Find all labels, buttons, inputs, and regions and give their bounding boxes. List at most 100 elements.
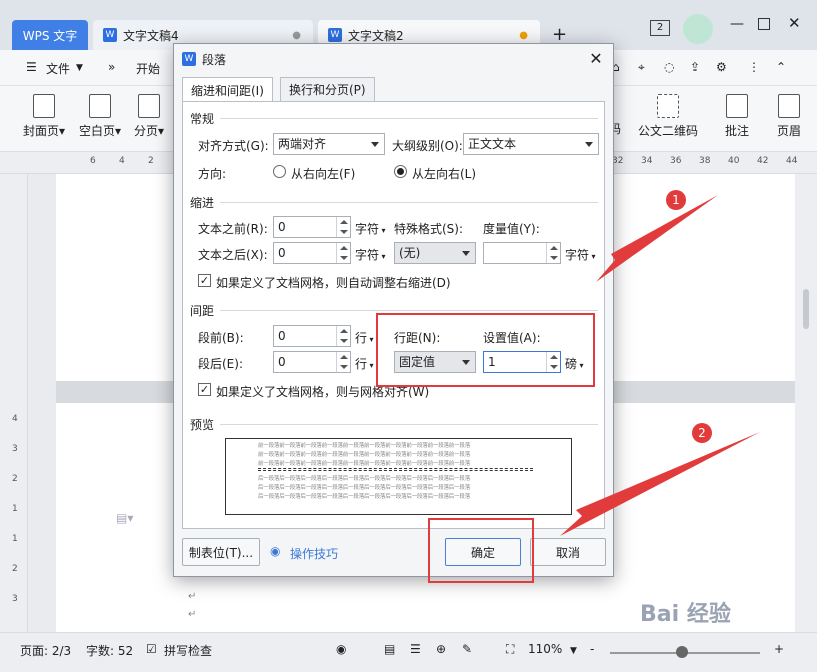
special-format-select[interactable]: (无) [394,242,476,264]
menu-start[interactable]: 开始 [136,60,160,77]
cover-page-button[interactable]: 封面页▾ [14,94,74,139]
preview-line: 后一段落后一段落后一段落后一段落后一段落后一段落后一段落后一段落后一段落后一段落 [258,494,471,500]
space-before-unit[interactable]: 行 [355,329,374,346]
spell-check-icon[interactable]: ☑ [146,642,157,656]
rtl-label[interactable]: 从右向左(F) [291,165,355,182]
tab-status-dot: ● [292,29,301,41]
spell-check-label[interactable]: 拼写检查 [164,642,212,659]
ruler-tick-label: 2 [12,474,18,484]
write-view-icon[interactable]: ✎ [462,642,472,656]
space-before-input[interactable]: 0 [273,325,351,347]
indent-before-unit[interactable]: 字符 [355,220,386,237]
vertical-scrollbar[interactable] [795,174,817,632]
blank-page-button[interactable]: 空白页▾ [70,94,130,139]
spin-buttons[interactable] [336,326,350,346]
avatar[interactable] [683,14,713,44]
space-before-label: 段前(B): [198,331,244,345]
status-bar: 页面: 2/3 字数: 52 ☑ 拼写检查 ◉ ▤ ☰ ⊕ ✎ ⛶ 110% ▼… [0,632,817,672]
preview-line: 前一段落前一段落前一段落前一段落前一段落前一段落前一段落前一段落前一段落前一段落 [258,443,471,449]
step-badge-2: 2 [692,423,712,443]
indent-after-unit[interactable]: 字符 [355,246,386,263]
spin-buttons[interactable] [546,243,560,263]
play-circle-icon[interactable]: ◉ [270,544,280,558]
tab-count-icon[interactable]: 2 [650,20,670,36]
ruler-tick-label: 6 [90,156,96,166]
spin-buttons[interactable] [336,243,350,263]
location-icon[interactable]: ⌖ [638,60,645,75]
web-view-icon[interactable]: ⊕ [436,642,446,656]
close-window-icon[interactable]: ✕ [788,14,801,32]
paragraph-preview: 前一段落前一段落前一段落前一段落前一段落前一段落前一段落前一段落前一段落前一段落… [225,438,572,515]
export-icon[interactable]: ⇪ [690,60,700,74]
menu-file[interactable]: 文件 [46,60,70,77]
chevron-down-icon [371,142,379,147]
indent-grid-label[interactable]: 如果定义了文档网格，则自动调整右缩进(D) [216,274,451,291]
ruler-tick-label: 4 [12,414,18,424]
word-count[interactable]: 字数: 52 [86,642,133,659]
qrcode-button[interactable]: 公文二维码 [628,94,708,139]
space-after-unit[interactable]: 行 [355,355,374,372]
more-icon[interactable]: » [108,60,115,74]
comment-button[interactable]: 批注 [710,94,764,139]
page-view-icon[interactable]: ▤ [384,642,395,656]
spin-buttons[interactable] [336,217,350,237]
ltr-radio[interactable] [394,165,407,178]
page-break-icon [138,94,160,118]
tips-link[interactable]: 操作技巧 [290,545,338,562]
chat-icon[interactable]: ◌ [664,60,674,74]
maximize-icon[interactable] [758,18,770,30]
zoom-dropdown-icon[interactable]: ▼ [570,646,577,656]
comment-icon [726,94,748,118]
paragraph-handle-icon[interactable]: ▤▾ [116,511,133,525]
chevron-down-icon[interactable]: ▼ [76,63,83,73]
indent-after-input[interactable]: 0 [273,242,351,264]
collapse-ribbon-icon[interactable]: ⌃ [776,60,786,74]
fit-page-icon[interactable]: ⛶ [506,642,514,657]
vertical-ruler: 4 3 2 1 1 2 3 [0,174,28,632]
align-select[interactable]: 两端对齐 [273,133,385,155]
dialog-title-bar: W 段落 [174,44,613,74]
wps-doc-icon: W [103,28,117,42]
zoom-out-button[interactable]: - [590,642,594,656]
indent-before-input[interactable]: 0 [273,216,351,238]
qrcode-icon [657,94,679,118]
page-break-button[interactable]: 分页▾ [124,94,174,139]
add-tab-button[interactable]: + [552,24,567,45]
ltr-label[interactable]: 从左向右(L) [412,165,476,182]
paragraph-dialog: W 段落 ✕ 缩进和间距(I) 换行和分页(P) 常规 对齐方式(G): 两端对… [173,43,614,577]
page-indicator[interactable]: 页面: 2/3 [20,642,71,659]
tab-indent-spacing[interactable]: 缩进和间距(I) [182,77,273,102]
tab-stops-button[interactable]: 制表位(T)... [182,538,260,566]
spacing-grid-checkbox[interactable]: ✓ [198,383,211,396]
menu-more-icon[interactable]: ⋮ [748,60,760,74]
outline-select[interactable]: 正文文本 [463,133,599,155]
measure-input[interactable] [483,242,561,264]
scrollbar-thumb[interactable] [803,289,809,329]
preview-line: 后一段落后一段落后一段落后一段落后一段落后一段落后一段落后一段落后一段落后一段落 [258,476,471,482]
zoom-level[interactable]: 110% [528,642,562,656]
direction-label: 方向: [198,167,227,181]
align-label: 对齐方式(G): [198,139,269,153]
ruler-tick-label: 1 [12,534,18,544]
wps-home-tab[interactable]: WPS 文字 [12,20,88,50]
minimize-icon[interactable]: — [730,16,744,32]
zoom-in-button[interactable]: + [774,642,784,656]
eye-icon[interactable]: ◉ [336,642,346,656]
space-after-input[interactable]: 0 [273,351,351,373]
indent-before-label: 文本之前(R): [198,222,268,236]
preview-current-paragraph [258,468,533,471]
ruler-tick-label: 44 [786,156,798,166]
measure-unit[interactable]: 字符 [565,246,596,263]
outline-view-icon[interactable]: ☰ [410,642,421,656]
indent-grid-checkbox[interactable]: ✓ [198,274,211,287]
tab-line-page-break[interactable]: 换行和分页(P) [280,77,375,101]
gear-icon[interactable]: ⚙ [716,60,727,74]
spin-buttons[interactable] [336,352,350,372]
header-button[interactable]: 页眉 [764,94,814,139]
hamburger-icon[interactable]: ☰ [26,60,37,74]
cancel-button[interactable]: 取消 [530,538,606,566]
rtl-radio[interactable] [273,165,286,178]
zoom-slider-thumb[interactable] [676,646,688,658]
highlight-line-spacing-box [376,313,595,387]
dialog-close-button[interactable]: ✕ [585,48,607,70]
